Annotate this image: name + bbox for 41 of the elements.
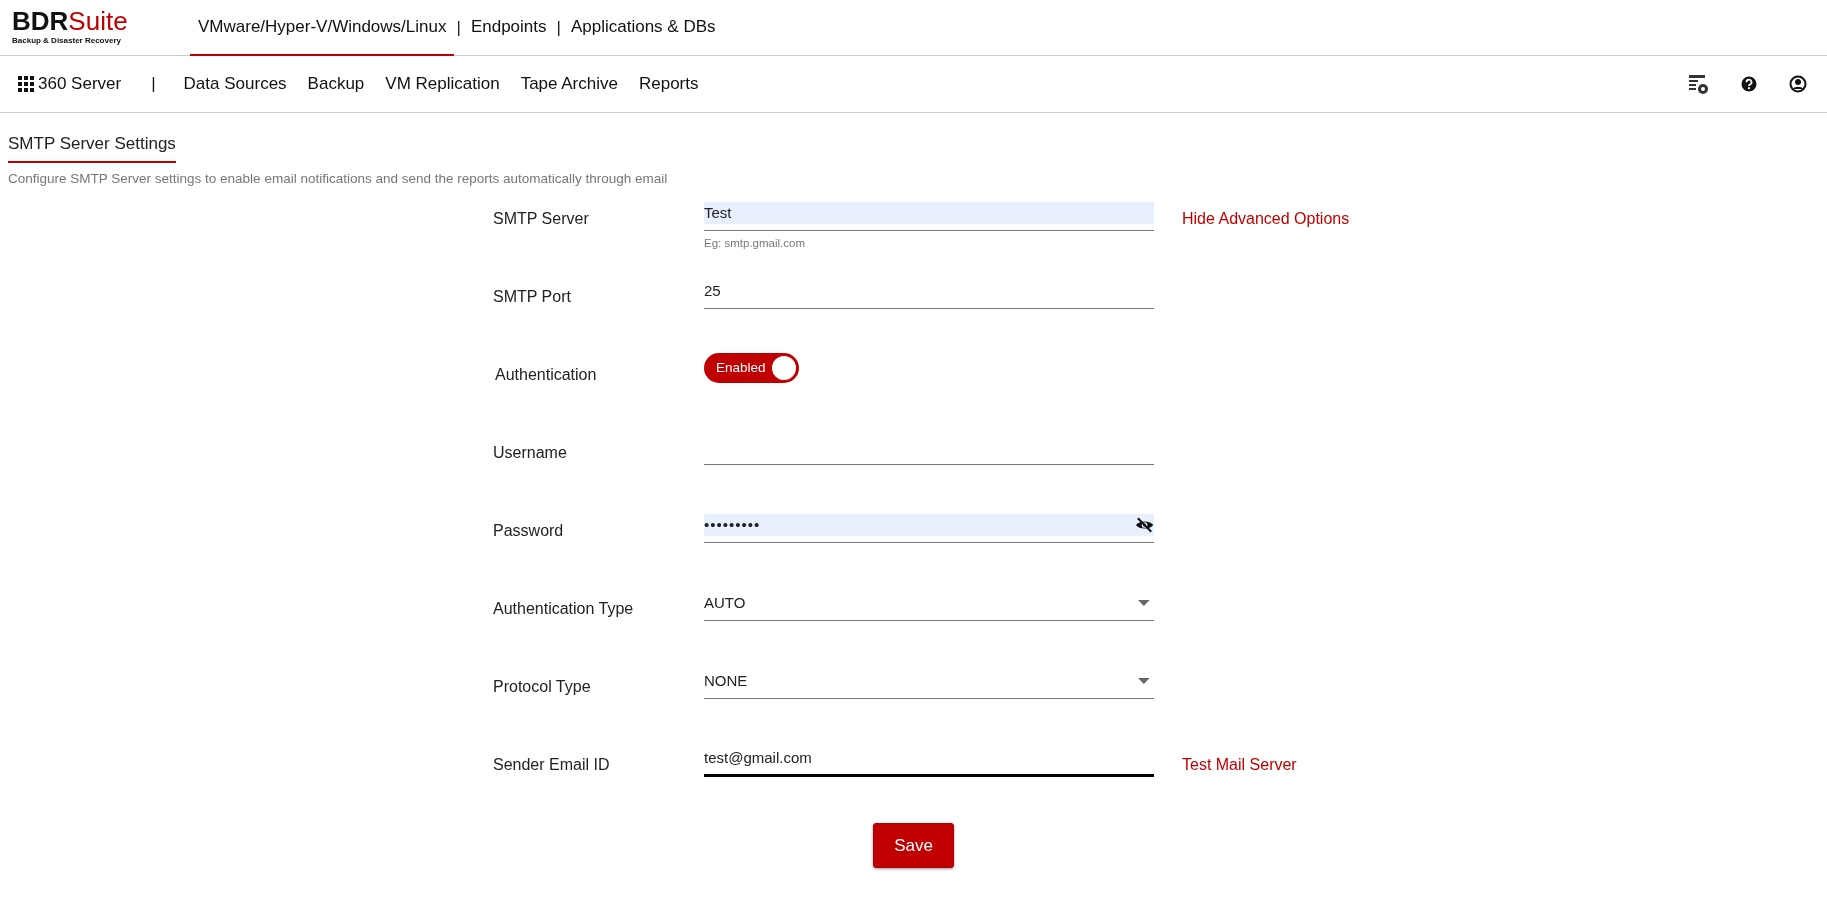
action-link[interactable]: Hide Advanced Options: [1182, 196, 1350, 231]
eye-slash-icon[interactable]: [1134, 517, 1154, 534]
dropdown-field[interactable]: NONE: [704, 664, 1154, 699]
input-field[interactable]: test@gmail.com: [704, 742, 1154, 777]
field-label: Authentication: [494, 364, 598, 385]
field-label: SMTP Port: [493, 286, 572, 307]
nav-link[interactable]: Tape Archive: [520, 71, 618, 97]
field-label: Authentication Type: [493, 598, 635, 619]
caret-icon: [1138, 678, 1150, 685]
page-description: Configure SMTP Server settings to enable email notifications and send the reports automatically through email: [8, 169, 669, 188]
field-hint: Eg: smtp.gmail.com: [704, 235, 806, 251]
brand-name-accent: Suite: [68, 8, 128, 34]
field-label: SMTP Server: [493, 208, 590, 229]
brand-name: BDR: [12, 8, 69, 34]
user-icon[interactable]: [1789, 75, 1807, 93]
field-label: Password: [493, 520, 565, 541]
nav-link[interactable]: Data Sources: [183, 71, 287, 97]
nav-link[interactable]: VM Replication: [385, 71, 500, 97]
server-settings-icon[interactable]: [1688, 73, 1709, 95]
nav-separator: |: [151, 73, 156, 96]
home-link[interactable]: 360 Server: [18, 71, 122, 97]
brand-tagline: Backup & Disaster Recovery: [12, 35, 122, 47]
dropdown-field[interactable]: AUTO: [704, 586, 1154, 621]
nav-link[interactable]: Reports: [638, 71, 699, 97]
help-icon[interactable]: [1741, 76, 1757, 92]
product-tab[interactable]: Applications & DBs: [562, 0, 724, 56]
action-link[interactable]: Test Mail Server: [1182, 742, 1297, 777]
product-tab[interactable]: Endpoints: [462, 0, 555, 56]
authentication-toggle[interactable]: Enabled: [704, 352, 799, 383]
page-title: SMTP Server Settings: [8, 129, 176, 163]
app-grid-icon: [18, 76, 34, 92]
product-tab[interactable]: VMware/Hyper-V/Windows/Linux: [190, 0, 455, 56]
input-field[interactable]: 25: [704, 274, 1154, 309]
tab-separator: |: [455, 16, 462, 39]
field-label: Sender Email ID: [493, 754, 611, 775]
tab-separator: |: [555, 16, 562, 39]
nav-link[interactable]: Backup: [307, 71, 365, 97]
field-label: Protocol Type: [493, 676, 592, 697]
field-label: Username: [493, 442, 568, 463]
save-button[interactable]: Save: [873, 822, 954, 869]
caret-icon: [1138, 600, 1150, 607]
